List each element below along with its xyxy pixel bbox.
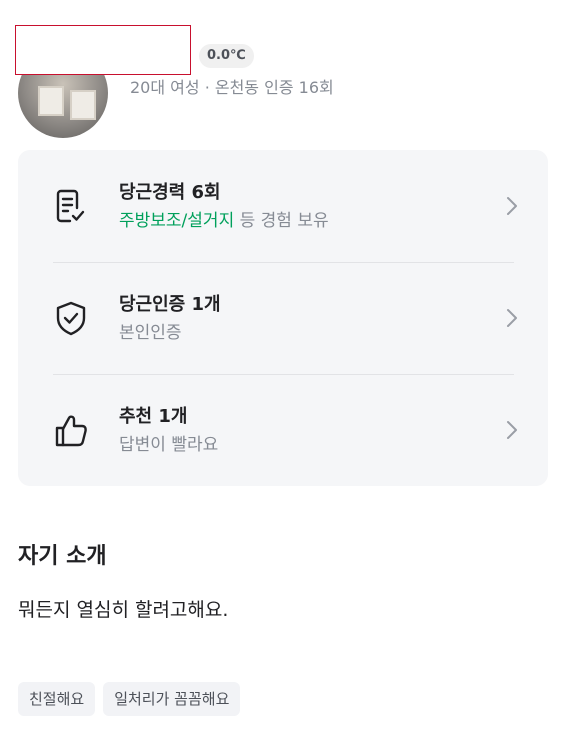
- card-item-recommendation[interactable]: 추천 1개 답변이 빨라요: [18, 374, 548, 486]
- self-intro-heading: 자기 소개: [18, 544, 107, 569]
- card-subtitle: 답변이 빨라요: [119, 435, 219, 455]
- card-subtitle-highlight: 주방보조/설거지: [119, 211, 235, 231]
- redacted-name-box: [15, 25, 191, 75]
- chevron-right-icon: [507, 197, 517, 215]
- checklist-icon: [56, 189, 85, 223]
- chevron-right-icon: [507, 421, 517, 439]
- career-summary-card: 당근경력 6회 주방보조/설거지 등 경험 보유 당근인증 1개 본인인증 추천…: [18, 150, 548, 486]
- trait-tag: 일처리가 꼼꼼해요: [103, 682, 241, 716]
- profile-header: 0.0℃ 20대 여성 · 온천동 인증 16회: [15, 22, 548, 138]
- card-subtitle: 주방보조/설거지 등 경험 보유: [119, 206, 329, 231]
- card-title: 당근경력 6회: [119, 182, 221, 203]
- self-intro-text: 뭐든지 열심히 할려고해요.: [18, 599, 229, 621]
- avatar-photo-frame: [38, 86, 64, 116]
- trait-tag: 친절해요: [18, 682, 96, 716]
- card-subtitle: 본인인증: [119, 323, 182, 343]
- shield-check-icon: [56, 301, 86, 336]
- card-item-verification[interactable]: 당근인증 1개 본인인증: [18, 262, 548, 374]
- thumbs-up-icon: [55, 415, 87, 447]
- trait-tags: 친절해요 일처리가 꼼꼼해요: [18, 682, 241, 716]
- avatar-photo-frame: [70, 90, 96, 120]
- card-item-career[interactable]: 당근경력 6회 주방보조/설거지 등 경험 보유: [18, 150, 548, 262]
- profile-meta: 20대 여성 · 온천동 인증 16회: [130, 78, 334, 97]
- card-title: 추천 1개: [119, 406, 188, 427]
- card-subtitle-rest: 등 경험 보유: [234, 211, 329, 231]
- chevron-right-icon: [507, 309, 517, 327]
- card-title: 당근인증 1개: [119, 294, 221, 315]
- manner-temperature-badge: 0.0℃: [199, 44, 254, 68]
